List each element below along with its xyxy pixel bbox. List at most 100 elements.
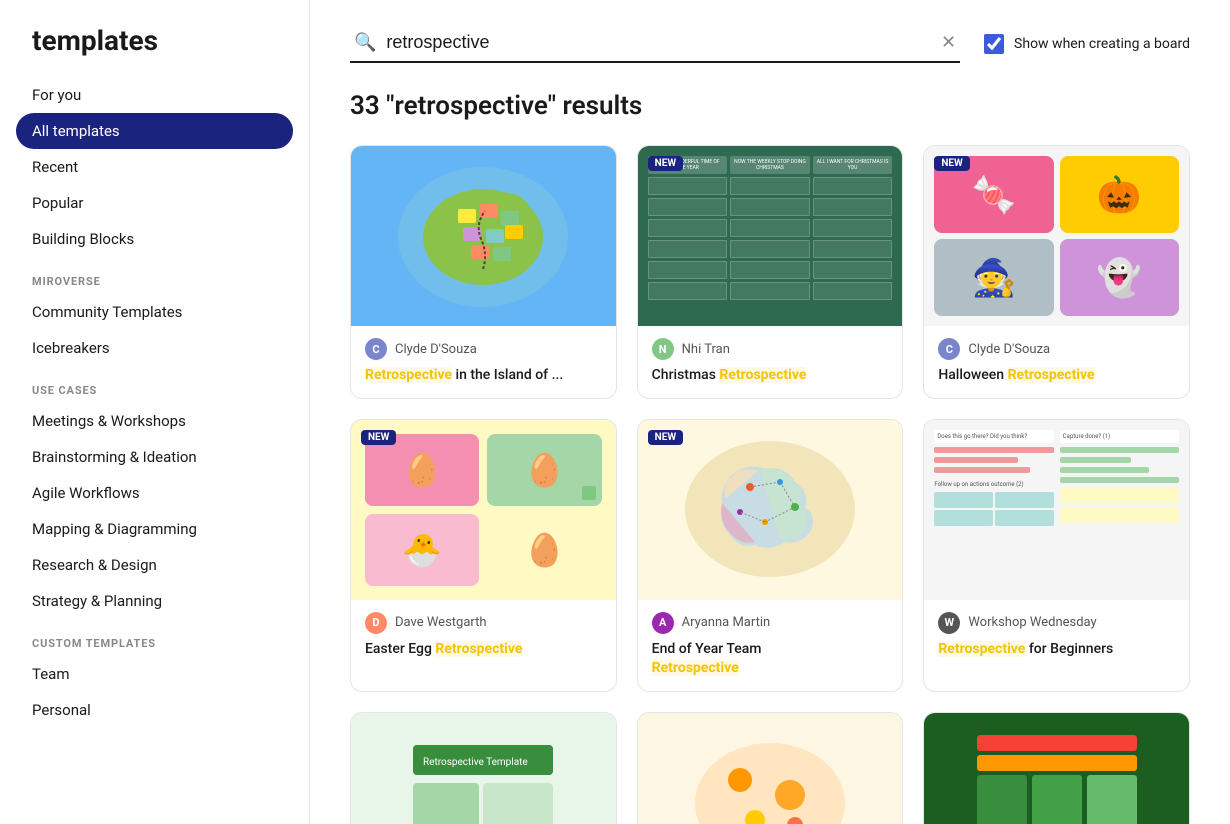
card-title-eoy: End of Year Team Retrospective (652, 640, 889, 679)
island-svg (393, 159, 573, 314)
card-footer-beginners: W Workshop Wednesday Retrospective for B… (924, 600, 1189, 672)
sidebar-item-agile[interactable]: Agile Workflows (0, 475, 309, 511)
card-title-rest-island: in the Island of ... (456, 367, 564, 383)
miroverse-section-label: MIROVERSE (0, 257, 309, 294)
main-content: 🔍 ✕ Show when creating a board 33 "retro… (310, 0, 1230, 824)
card-author-christmas: N Nhi Tran (652, 338, 889, 360)
card-title-pre-christmas: Christmas (652, 367, 720, 383)
author-avatar-island: C (365, 338, 387, 360)
author-name-halloween: Clyde D'Souza (968, 342, 1050, 357)
bottom-svg-3 (967, 725, 1147, 824)
card-title-highlight-halloween: Retrospective (1008, 367, 1095, 383)
search-bar-row: 🔍 ✕ Show when creating a board (350, 24, 1190, 63)
sidebar-item-team[interactable]: Team (0, 656, 309, 692)
author-avatar-beginners: W (938, 612, 960, 634)
easter-cell-2: 🥚 (487, 434, 601, 506)
easter-cell-4: 🥚 (487, 514, 601, 586)
card-title-pre-eoy: End of Year Team (652, 641, 762, 657)
custom-section-label: CUSTOM TEMPLATES (0, 619, 309, 656)
template-card-island[interactable]: C Clyde D'Souza Retrospective in the Isl… (350, 145, 617, 399)
card-title-highlight-easter: Retrospective (435, 641, 522, 657)
sidebar-item-popular[interactable]: Popular (0, 185, 309, 221)
eoy-svg (670, 427, 870, 592)
template-card-beginners[interactable]: Does this go there? Did you think? Follo… (923, 419, 1190, 692)
search-clear-button[interactable]: ✕ (941, 32, 956, 53)
card-author-easter: D Dave Westgarth (365, 612, 602, 634)
template-card-bottom-2[interactable]: Team Retrospective S Sara K. Team Retros… (637, 712, 904, 824)
card-footer-easter: D Dave Westgarth Easter Egg Retrospectiv… (351, 600, 616, 672)
sidebar-item-community-templates[interactable]: Community Templates (0, 294, 309, 330)
card-footer-island: C Clyde D'Souza Retrospective in the Isl… (351, 326, 616, 398)
author-name-easter: Dave Westgarth (395, 615, 487, 630)
xmas-col-1: MOST WONDERFUL TIME OF THE YEAR (648, 156, 728, 316)
template-card-eoy[interactable]: NEW (637, 419, 904, 692)
show-when-creating-row: Show when creating a board (984, 34, 1190, 54)
sidebar-item-mapping[interactable]: Mapping & Diagramming (0, 511, 309, 547)
new-badge-easter: NEW (361, 430, 396, 445)
results-title: 33 "retrospective" results (350, 91, 1190, 121)
xmas-col-2: NOW THE WEEKLY STOP DOING CHRISTMAS (730, 156, 810, 316)
card-title-highlight-eoy: Retrospective (652, 660, 739, 676)
author-name-eoy: Aryanna Martin (682, 615, 771, 630)
search-icon: 🔍 (354, 32, 376, 53)
sidebar-title: templates (0, 16, 309, 77)
card-thumbnail-christmas: NEW MOST WONDERFUL TIME OF THE YEAR NOW … (638, 146, 903, 326)
template-card-bottom-3[interactable]: T Tanya V. Agile Retrospective (923, 712, 1190, 824)
card-title-beginners: Retrospective for Beginners (938, 640, 1175, 660)
beginners-right-col: Capture done? (1) (1060, 430, 1179, 590)
svg-text:Retrospective Template: Retrospective Template (423, 757, 528, 768)
search-input[interactable] (386, 32, 931, 53)
card-title-halloween: Halloween Retrospective (938, 366, 1175, 386)
card-title-pre-halloween: Halloween (938, 367, 1007, 383)
island-water (351, 146, 616, 326)
card-thumbnail-bottom-2: Team Retrospective (638, 713, 903, 824)
new-badge-eoy: NEW (648, 430, 683, 445)
author-name-island: Clyde D'Souza (395, 342, 477, 357)
new-badge-christmas: NEW (648, 156, 683, 171)
results-label: 33 "retrospective" results (350, 91, 642, 121)
card-footer-eoy: A Aryanna Martin End of Year Team Retros… (638, 600, 903, 691)
card-thumbnail-bottom-3 (924, 713, 1189, 824)
sidebar-item-for-you[interactable]: For you (0, 77, 309, 113)
card-thumbnail-bottom-1: Retrospective Template (351, 713, 616, 824)
card-author-beginners: W Workshop Wednesday (938, 612, 1175, 634)
template-card-christmas[interactable]: NEW MOST WONDERFUL TIME OF THE YEAR NOW … (637, 145, 904, 399)
hw-cell-ghost: 👻 (1060, 239, 1179, 316)
sidebar-item-research[interactable]: Research & Design (0, 547, 309, 583)
card-title-island: Retrospective in the Island of ... (365, 366, 602, 386)
sidebar-item-icebreakers[interactable]: Icebreakers (0, 330, 309, 366)
beginners-left-col: Does this go there? Did you think? Follo… (934, 430, 1053, 590)
card-thumbnail-easter: NEW 🥚 🥚 🐣 🥚 (351, 420, 616, 600)
show-when-creating-checkbox[interactable] (984, 34, 1004, 54)
new-badge-halloween: NEW (934, 156, 969, 171)
sidebar-item-recent[interactable]: Recent (0, 149, 309, 185)
template-card-halloween[interactable]: NEW 🍬 🎃 🧙 👻 C Clyde D'Souza Halloween Re… (923, 145, 1190, 399)
bottom-svg-1: Retrospective Template (393, 725, 573, 824)
card-author-island: C Clyde D'Souza (365, 338, 602, 360)
sidebar-item-personal[interactable]: Personal (0, 692, 309, 728)
card-title-highlight-island: Retrospective (365, 367, 452, 383)
author-avatar-halloween: C (938, 338, 960, 360)
sidebar-item-meetings[interactable]: Meetings & Workshops (0, 403, 309, 439)
easter-cell-3: 🐣 (365, 514, 479, 586)
template-card-easter[interactable]: NEW 🥚 🥚 🐣 🥚 D Dave Westgarth Easter Egg … (350, 419, 617, 692)
author-name-beginners: Workshop Wednesday (968, 615, 1096, 630)
show-when-creating-label: Show when creating a board (1014, 36, 1190, 52)
card-thumbnail-island (351, 146, 616, 326)
sidebar-item-strategy[interactable]: Strategy & Planning (0, 583, 309, 619)
card-footer-halloween: C Clyde D'Souza Halloween Retrospective (924, 326, 1189, 398)
hw-cell-hat: 🧙 (934, 239, 1053, 316)
card-title-pre-easter: Easter Egg (365, 641, 435, 657)
xmas-col-3: ALL I WANT FOR CHRISTMAS IS YOU (813, 156, 893, 316)
sidebar-item-all-templates[interactable]: All templates (16, 113, 293, 149)
template-card-bottom-1[interactable]: Retrospective Template M Miro Team Retro… (350, 712, 617, 824)
author-avatar-easter: D (365, 612, 387, 634)
card-title-highlight-beginners: Retrospective (938, 641, 1025, 657)
sidebar-item-building-blocks[interactable]: Building Blocks (0, 221, 309, 257)
hw-cell-pumpkin: 🎃 (1060, 156, 1179, 233)
card-thumbnail-beginners: Does this go there? Did you think? Follo… (924, 420, 1189, 600)
card-title-rest-beginners: for Beginners (1029, 641, 1113, 657)
sidebar: templates For you All templates Recent P… (0, 0, 310, 824)
sidebar-item-brainstorming[interactable]: Brainstorming & Ideation (0, 439, 309, 475)
bottom-svg-2: Team Retrospective (680, 725, 860, 824)
